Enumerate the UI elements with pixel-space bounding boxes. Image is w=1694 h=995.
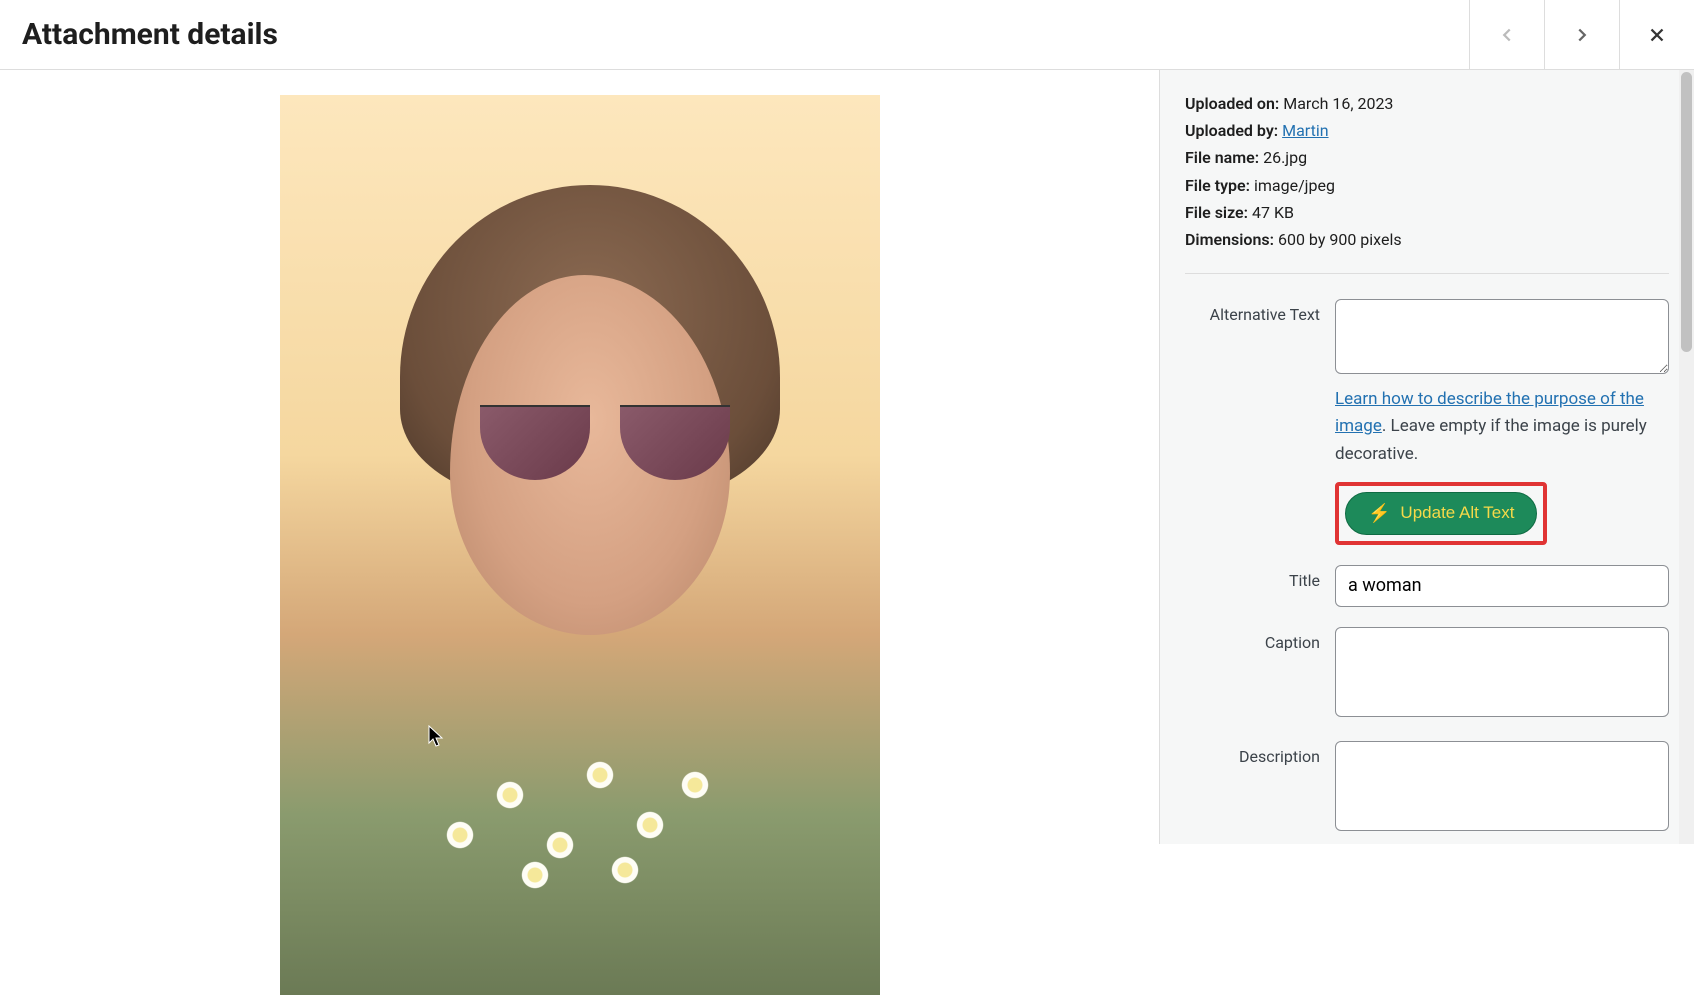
next-button[interactable] xyxy=(1544,0,1619,69)
details-sidebar: Uploaded on: March 16, 2023 Uploaded by:… xyxy=(1159,70,1694,844)
modal-header: Attachment details xyxy=(0,0,1694,70)
header-nav xyxy=(1469,0,1694,69)
close-button[interactable] xyxy=(1619,0,1694,69)
modal-title: Attachment details xyxy=(22,17,278,52)
prev-button[interactable] xyxy=(1469,0,1544,69)
chevron-right-icon xyxy=(1571,24,1593,46)
description-row: Description xyxy=(1185,741,1669,835)
meta-file-size: File size: 47 KB xyxy=(1185,199,1669,226)
image-preview-pane xyxy=(0,70,1159,844)
alt-text-label: Alternative Text xyxy=(1185,299,1335,324)
attachment-image xyxy=(280,95,880,995)
title-field[interactable] xyxy=(1335,565,1669,607)
alt-text-help: Learn how to describe the purpose of the… xyxy=(1335,386,1669,468)
title-label: Title xyxy=(1185,565,1335,590)
update-highlight-box: ⚡ Update Alt Text xyxy=(1335,482,1547,545)
chevron-left-icon xyxy=(1496,24,1518,46)
alt-text-field[interactable] xyxy=(1335,299,1669,374)
description-label: Description xyxy=(1185,741,1335,766)
caption-field[interactable] xyxy=(1335,627,1669,717)
modal-body: Uploaded on: March 16, 2023 Uploaded by:… xyxy=(0,70,1694,844)
bolt-icon: ⚡ xyxy=(1368,503,1390,524)
meta-uploaded-by: Uploaded by: Martin xyxy=(1185,117,1669,144)
divider xyxy=(1185,273,1669,274)
alt-text-row: Alternative Text Learn how to describe t… xyxy=(1185,299,1669,545)
caption-row: Caption xyxy=(1185,627,1669,721)
scrollbar[interactable] xyxy=(1679,70,1694,844)
update-alt-text-button[interactable]: ⚡ Update Alt Text xyxy=(1345,492,1537,535)
description-field[interactable] xyxy=(1335,741,1669,831)
uploader-link[interactable]: Martin xyxy=(1282,121,1328,140)
meta-uploaded-on: Uploaded on: March 16, 2023 xyxy=(1185,90,1669,117)
title-row: Title xyxy=(1185,565,1669,607)
caption-label: Caption xyxy=(1185,627,1335,652)
close-icon xyxy=(1646,24,1668,46)
file-metadata: Uploaded on: March 16, 2023 Uploaded by:… xyxy=(1185,90,1669,253)
meta-file-type: File type: image/jpeg xyxy=(1185,172,1669,199)
meta-dimensions: Dimensions: 600 by 900 pixels xyxy=(1185,226,1669,253)
scrollbar-thumb[interactable] xyxy=(1681,72,1692,352)
meta-file-name: File name: 26.jpg xyxy=(1185,144,1669,171)
